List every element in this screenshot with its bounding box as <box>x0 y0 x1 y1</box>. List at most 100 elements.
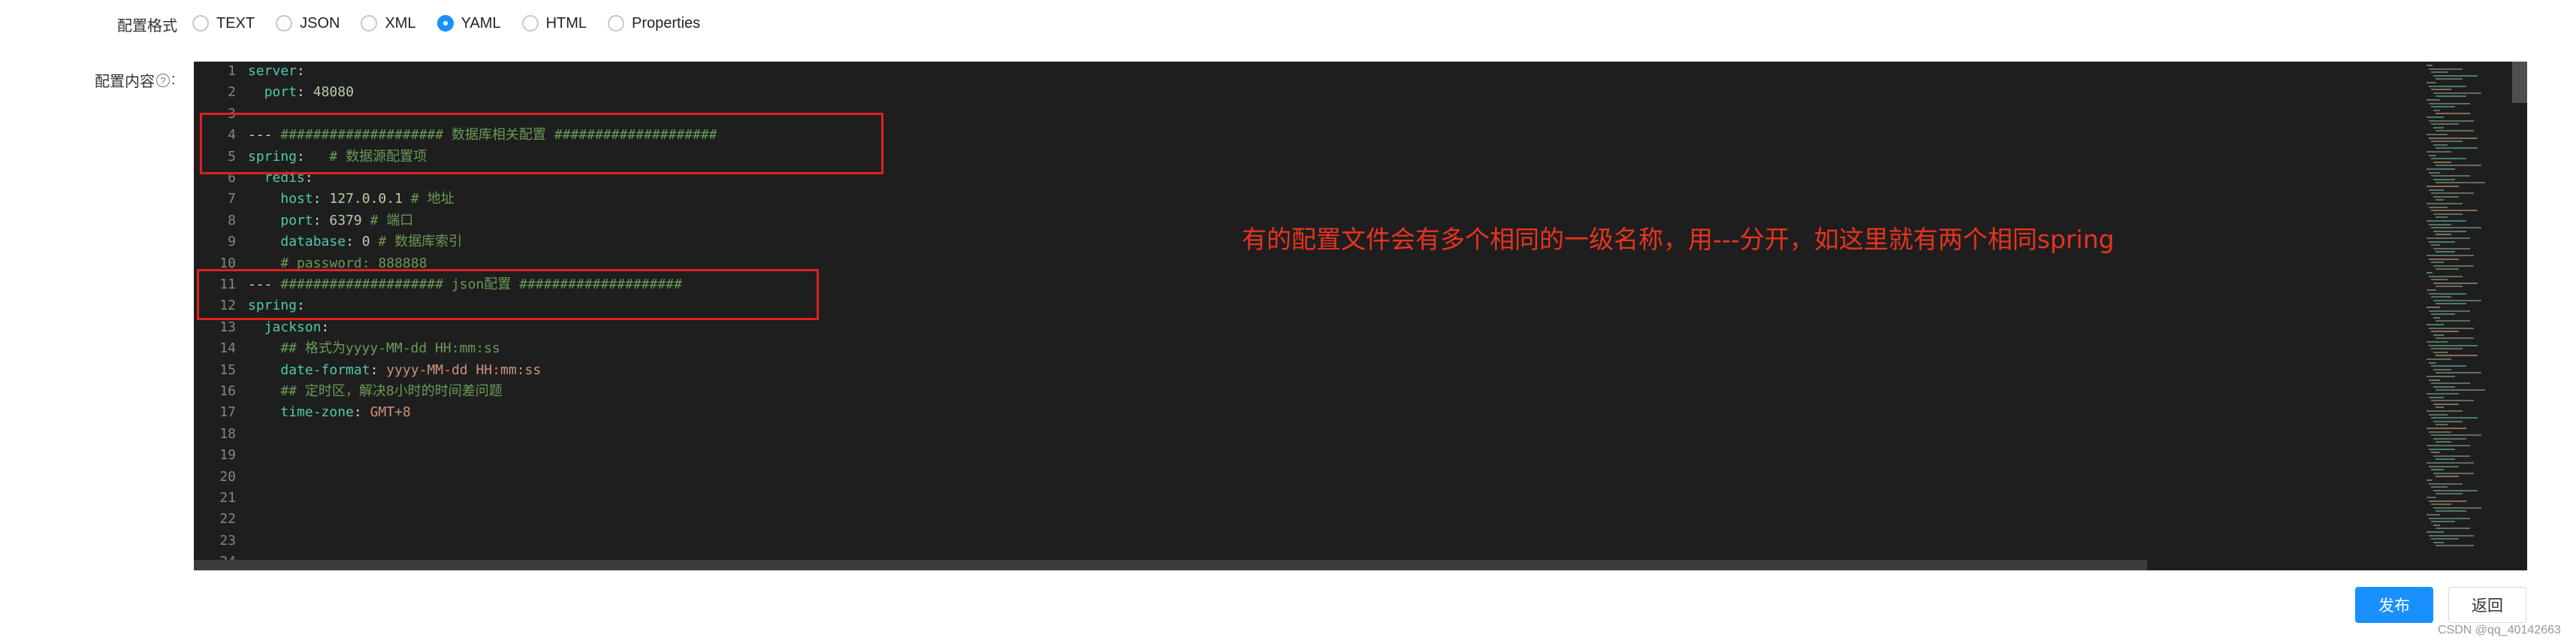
minimap-line <box>2436 286 2463 288</box>
minimap-line <box>2431 279 2448 281</box>
code-line: 22 <box>194 509 2448 530</box>
line-number: 18 <box>219 425 236 442</box>
minimap-line <box>2427 220 2466 222</box>
minimap-line <box>2427 376 2455 377</box>
radio-json[interactable]: JSON <box>276 15 340 32</box>
minimap-line <box>2431 538 2459 540</box>
minimap-line <box>2433 282 2478 284</box>
minimap-line <box>2436 251 2455 253</box>
minimap-line <box>2436 234 2451 236</box>
minimap-line <box>2436 407 2444 409</box>
radio-circle[interactable] <box>361 15 378 32</box>
code-line: 23 <box>194 531 2448 552</box>
format-radio-group: TEXT JSON XML YAML HTML Properties <box>192 11 721 36</box>
minimap-line <box>2431 400 2474 402</box>
radio-circle[interactable] <box>608 15 625 32</box>
minimap-line <box>2427 151 2451 153</box>
minimap-line <box>2429 102 2470 104</box>
minimap-line <box>2433 351 2448 353</box>
minimap-line <box>2431 123 2459 125</box>
minimap-line <box>2427 237 2470 239</box>
minimap-line <box>2431 210 2478 212</box>
minimap-line <box>2431 331 2459 333</box>
annotation-box-database <box>200 113 883 174</box>
minimap-line <box>2427 272 2433 274</box>
minimap-line <box>2433 420 2463 422</box>
minimap-line <box>2429 344 2478 346</box>
minimap-line <box>2436 476 2459 478</box>
minimap-line <box>2436 268 2459 271</box>
code-text: server: <box>248 63 305 79</box>
minimap-line <box>2429 85 2466 87</box>
minimap-line <box>2436 95 2466 98</box>
radio-label: JSON <box>300 14 340 32</box>
minimap-line <box>2436 303 2466 305</box>
minimap-line <box>2436 216 2448 219</box>
minimap-line <box>2436 389 2485 392</box>
radio-label: YAML <box>461 14 501 32</box>
minimap-line <box>2431 296 2451 298</box>
radio-yaml[interactable]: YAML <box>436 14 501 32</box>
code-line: 17 time-zone: GMT+8 <box>194 402 2448 423</box>
code-text: database: 0 # 数据库索引 <box>280 234 463 250</box>
minimap-line <box>2427 65 2433 66</box>
minimap-line <box>2433 126 2444 128</box>
horizontal-scrollbar[interactable] <box>194 560 2147 570</box>
code-text: port: 48080 <box>264 84 354 101</box>
minimap-line <box>2433 368 2451 370</box>
editor-minimap[interactable] <box>2422 62 2527 570</box>
minimap-line <box>2429 534 2474 537</box>
radio-properties[interactable]: Properties <box>608 15 700 32</box>
minimap-line <box>2436 182 2485 184</box>
radio-html[interactable]: HTML <box>521 15 587 32</box>
publish-button[interactable]: 发布 <box>2355 587 2433 623</box>
minimap-line <box>2431 262 2444 264</box>
annotation-box-json <box>197 269 819 320</box>
minimap-line <box>2429 189 2444 191</box>
radio-circle[interactable] <box>521 15 539 32</box>
minimap-line <box>2427 531 2444 533</box>
vertical-scrollbar[interactable] <box>2512 62 2527 103</box>
minimap-line <box>2429 240 2455 243</box>
code-text: date-format: yyyy-MM-dd HH:mm:ss <box>280 361 542 378</box>
content-label-colon: : <box>171 71 176 88</box>
minimap-line <box>2433 403 2459 405</box>
minimap-line <box>2433 195 2459 198</box>
minimap-line <box>2436 493 2463 495</box>
minimap-line <box>2436 528 2470 530</box>
radio-text[interactable]: TEXT <box>192 15 255 32</box>
minimap-line <box>2429 137 2478 139</box>
radio-xml[interactable]: XML <box>361 15 416 32</box>
minimap-line <box>2431 382 2470 385</box>
line-number: 15 <box>219 361 236 378</box>
minimap-line <box>2431 486 2448 488</box>
help-icon[interactable]: ? <box>156 73 170 87</box>
minimap-line <box>2429 206 2448 208</box>
back-button[interactable]: 返回 <box>2448 587 2526 623</box>
format-label: 配置格式 <box>117 18 177 35</box>
minimap-line <box>2429 396 2444 398</box>
minimap-line <box>2427 428 2466 429</box>
minimap-line <box>2427 255 2474 256</box>
radio-circle[interactable] <box>436 15 454 32</box>
minimap-line <box>2433 489 2478 491</box>
code-text: port: 6379 # 端口 <box>280 212 414 228</box>
minimap-line <box>2429 292 2466 295</box>
minimap-line <box>2436 199 2444 201</box>
minimap-line <box>2429 500 2466 502</box>
code-line: 14 ## 格式为yyyy-MM-dd HH:mm:ss <box>194 338 2448 359</box>
minimap-line <box>2429 258 2459 260</box>
minimap-line <box>2427 203 2463 204</box>
radio-circle[interactable] <box>192 15 209 32</box>
minimap-line <box>2431 469 2444 471</box>
minimap-line <box>2433 437 2466 440</box>
line-number: 23 <box>219 532 236 549</box>
code-text: jackson: <box>264 319 330 335</box>
minimap-line <box>2433 92 2481 94</box>
minimap-line <box>2429 327 2474 329</box>
line-number: 19 <box>219 447 236 464</box>
radio-circle[interactable] <box>276 15 293 32</box>
code-editor[interactable]: 1 server: 2 port: 48080 3 4 --- #############… <box>194 62 2527 570</box>
minimap-line <box>2433 334 2444 336</box>
minimap-line <box>2429 223 2451 225</box>
